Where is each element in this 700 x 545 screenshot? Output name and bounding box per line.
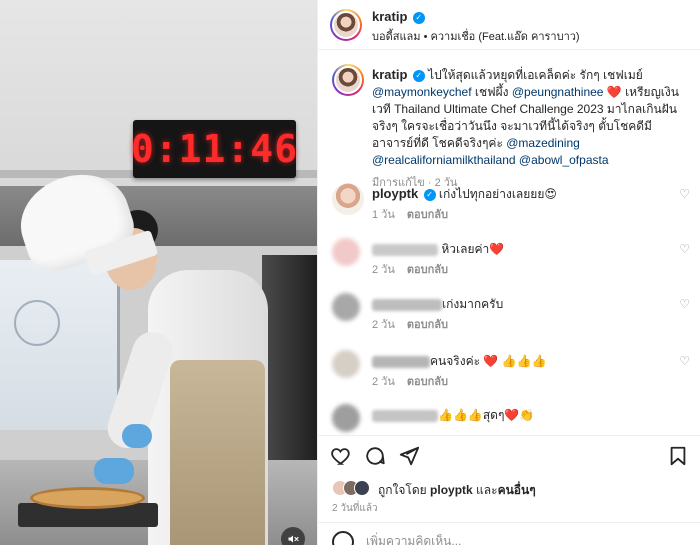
comment-text: เก่งมากครับ xyxy=(442,297,504,311)
comment-text: เก่งไปทุกอย่างเลยยย😍 xyxy=(438,187,557,201)
like-button[interactable] xyxy=(330,445,352,467)
comment-meta: 2 วัน ตอบกลับ xyxy=(372,372,448,390)
comment-meta: 1 วัน ตอบกลับ xyxy=(372,205,448,223)
likes-summary: ถูกใจโดย ployptk และคนอื่นๆ xyxy=(332,478,692,498)
comment-item: ployptk ✓ เก่งไปทุกอย่างเลยยย😍 1 วัน ตอบก… xyxy=(332,183,692,223)
post-media[interactable]: 0:11:46 xyxy=(0,0,317,545)
pizza xyxy=(30,487,145,509)
countdown-timer: 0:11:46 xyxy=(130,120,299,178)
audio-subtitle[interactable]: บอดี้สแลม • ความเชื่อ (Feat.แอ๊ด คาราบาว… xyxy=(372,27,580,45)
blurred-username[interactable] xyxy=(372,355,430,368)
liker-username[interactable]: ployptk xyxy=(430,483,473,497)
mute-button[interactable] xyxy=(281,527,305,545)
author-username[interactable]: kratip xyxy=(372,9,407,24)
caption-username[interactable]: kratip xyxy=(372,67,407,82)
post-timestamp[interactable]: 2 วันที่แล้ว xyxy=(332,501,378,516)
comment-item: เก่งมากครับ 2 วัน ตอบกลับ ♡ xyxy=(332,293,692,333)
author-avatar[interactable] xyxy=(330,9,362,41)
comment-like-icon[interactable]: ♡ xyxy=(679,354,690,368)
reply-button[interactable]: ตอบกลับ xyxy=(407,209,448,221)
blue-glove xyxy=(94,458,134,484)
other-likers-link[interactable]: คนอื่นๆ xyxy=(498,483,536,497)
comment-time: 2 วัน xyxy=(372,319,395,331)
blue-glove xyxy=(122,424,152,448)
add-comment-bar xyxy=(318,522,700,545)
likes-prefix: ถูกใจโดย xyxy=(378,483,431,497)
blurred-username[interactable] xyxy=(372,243,438,256)
verified-badge-icon: ✓ xyxy=(423,188,436,201)
comment-time: 1 วัน xyxy=(372,209,395,221)
heart-outline-icon xyxy=(331,448,350,465)
bookmark-icon xyxy=(670,446,686,466)
comment-item: 👍👍👍สุดๆ❤️👏 xyxy=(332,404,692,432)
mention-link[interactable]: @abowl_ofpasta xyxy=(519,153,609,167)
comment-item: คนจริงค่ะ ❤️ 👍👍👍 2 วัน ตอบกลับ ♡ xyxy=(332,350,692,390)
mention-link[interactable]: @maymonkeychef xyxy=(372,85,472,99)
likes-middle: และ xyxy=(472,483,498,497)
caption-text: kratip ✓ ไปให้สุดแล้วหยุดที่เอเคล็ดค่ะ ร… xyxy=(372,66,692,192)
comment-button[interactable] xyxy=(364,445,386,467)
comment-meta: 2 วัน ตอบกลับ xyxy=(372,260,448,278)
blurred-avatar[interactable] xyxy=(332,293,360,321)
comment-item: หิวเลยค่า❤️ 2 วัน ตอบกลับ ♡ xyxy=(332,238,692,278)
mention-link[interactable]: @realcaliforniamilkthailand xyxy=(372,153,516,167)
caption-avatar[interactable] xyxy=(332,64,364,96)
comment-line: 👍👍👍สุดๆ❤️👏 xyxy=(372,406,534,425)
emoji-icon[interactable] xyxy=(332,531,354,545)
comment-time: 2 วัน xyxy=(372,376,395,388)
blurred-avatar[interactable] xyxy=(332,350,360,378)
blurred-username[interactable] xyxy=(372,409,438,422)
verified-badge-icon: ✓ xyxy=(412,69,425,82)
comment-text: 👍👍👍สุดๆ❤️👏 xyxy=(438,408,535,422)
mention-link[interactable]: @peungnathinee xyxy=(512,85,604,99)
commenter-username[interactable]: ployptk xyxy=(372,186,418,201)
post-header: kratip ✓ บอดี้สแลม • ความเชื่อ (Feat.แอ๊… xyxy=(318,0,700,50)
blurred-username[interactable] xyxy=(372,298,442,311)
caption-segment: ไปให้สุดแล้วหยุดที่เอเคล็ดค่ะ รักๆ เชฟเม… xyxy=(428,68,643,82)
post-panel: kratip ✓ บอดี้สแลม • ความเชื่อ (Feat.แอ๊… xyxy=(317,0,700,545)
verified-badge-icon: ✓ xyxy=(412,11,425,24)
save-button[interactable] xyxy=(667,445,689,467)
comment-line: เก่งมากครับ xyxy=(372,295,503,314)
mention-link[interactable]: @mazedining xyxy=(506,136,580,150)
action-bar xyxy=(318,435,700,475)
paper-plane-icon xyxy=(399,446,420,466)
heart-emoji: ❤️ xyxy=(603,85,626,99)
caption-segment: เชฟผึ้ง xyxy=(471,85,512,99)
comment-line: หิวเลยค่า❤️ xyxy=(372,240,504,259)
comment-like-icon[interactable]: ♡ xyxy=(679,297,690,311)
comment-line: คนจริงค่ะ ❤️ 👍👍👍 xyxy=(372,352,546,371)
comment-time: 2 วัน xyxy=(372,264,395,276)
comment-input[interactable] xyxy=(366,531,666,545)
comment-text: คนจริงค่ะ ❤️ 👍👍👍 xyxy=(430,354,547,368)
blurred-avatar[interactable] xyxy=(332,404,360,432)
reply-button[interactable]: ตอบกลับ xyxy=(407,319,448,331)
likes-text: ถูกใจโดย ployptk และคนอื่นๆ xyxy=(378,481,536,500)
comment-line: ployptk ✓ เก่งไปทุกอย่างเลยยย😍 xyxy=(372,185,557,204)
cabinet-logo xyxy=(14,300,60,346)
comment-like-icon[interactable]: ♡ xyxy=(679,187,690,201)
comment-bubble-icon xyxy=(366,447,385,465)
kitchen-cabinet xyxy=(0,260,120,430)
blurred-avatar[interactable] xyxy=(332,238,360,266)
speaker-muted-icon xyxy=(288,535,299,543)
timer-digits: 0:11:46 xyxy=(130,127,299,171)
share-button[interactable] xyxy=(398,445,420,467)
commenter-avatar[interactable] xyxy=(332,183,364,215)
reply-button[interactable]: ตอบกลับ xyxy=(407,264,448,276)
reply-button[interactable]: ตอบกลับ xyxy=(407,376,448,388)
comment-like-icon[interactable]: ♡ xyxy=(679,242,690,256)
chef-apron xyxy=(170,360,265,545)
liker-avatar xyxy=(354,480,370,496)
liker-avatars[interactable] xyxy=(332,480,372,496)
comment-meta: 2 วัน ตอบกลับ xyxy=(372,315,448,333)
comment-text: หิวเลยค่า❤️ xyxy=(441,242,505,256)
